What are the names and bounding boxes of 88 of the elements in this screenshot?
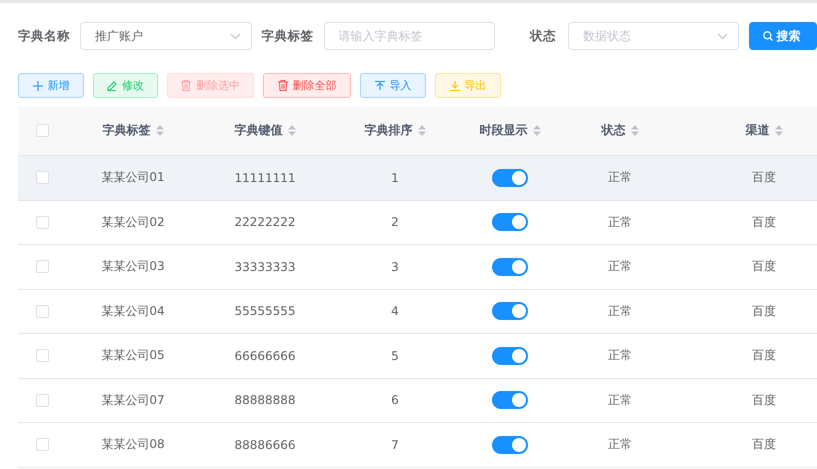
column-header: 渠道: [746, 122, 770, 139]
table-cell: 66666666: [234, 348, 296, 363]
table-cell: 3: [391, 260, 399, 274]
sort-icon[interactable]: [156, 125, 164, 136]
trash-icon: [278, 80, 288, 91]
table-cell: 某某公司05: [101, 347, 165, 364]
table-cell: 5: [391, 348, 399, 363]
delete-selected-button[interactable]: 删除选中: [167, 73, 254, 98]
table-cell: 88886666: [234, 438, 296, 452]
table-cell: 7: [391, 438, 399, 452]
table-cell: 6: [391, 393, 399, 408]
sort-icon[interactable]: [418, 125, 426, 136]
checkbox[interactable]: [36, 304, 48, 318]
toggle-switch[interactable]: [492, 168, 528, 187]
checkbox[interactable]: [36, 349, 48, 362]
column-header: 字典键值: [234, 122, 282, 139]
table-cell: 11111111: [234, 170, 296, 185]
select-field[interactable]: 数据状态: [568, 22, 739, 50]
search-icon: [762, 31, 773, 41]
filter-label: 字典标签: [262, 28, 314, 44]
table-cell: 正常: [608, 392, 632, 409]
column-header: 字典标签: [102, 122, 150, 139]
table-cell: 2: [391, 215, 399, 230]
table-cell: 正常: [608, 258, 632, 276]
table-cell: 某某公司08: [101, 436, 165, 454]
select-field[interactable]: 推广账户: [80, 22, 252, 50]
table-cell: 某某公司02: [101, 214, 165, 231]
table-cell: 22222222: [234, 215, 296, 230]
table-cell: 正常: [608, 347, 632, 364]
add-button[interactable]: 新增: [18, 73, 84, 98]
table-cell: 4: [391, 304, 399, 318]
filter-label: 状态: [530, 28, 556, 44]
import-button[interactable]: 导入: [360, 73, 426, 98]
table-cell: 百度: [752, 392, 776, 409]
edit-button[interactable]: 修改: [93, 73, 158, 98]
table-cell: 百度: [752, 169, 776, 186]
chevron-down-icon: [230, 32, 241, 40]
table-cell: 正常: [608, 214, 632, 231]
table-row[interactable]: 某某公司07 88888888 6 正常 百度: [18, 378, 817, 423]
checkbox[interactable]: [36, 394, 48, 407]
trash-icon: [181, 80, 191, 91]
table-cell: 1: [391, 170, 399, 185]
checkbox[interactable]: [36, 260, 48, 274]
table-cell: 某某公司07: [101, 392, 165, 409]
delete-all-button[interactable]: 删除全部: [263, 73, 351, 98]
sort-icon[interactable]: [532, 125, 540, 136]
table-cell: 百度: [752, 436, 776, 454]
toggle-switch[interactable]: [492, 391, 528, 410]
toggle-switch[interactable]: [492, 436, 528, 454]
input-field[interactable]: 请输入字典标签: [324, 22, 496, 50]
toggle-switch[interactable]: [492, 346, 528, 365]
checkbox[interactable]: [36, 171, 48, 184]
checkbox[interactable]: [36, 438, 48, 452]
toggle-switch[interactable]: [492, 302, 528, 320]
export-button[interactable]: 导出: [435, 73, 501, 98]
sort-icon[interactable]: [630, 125, 638, 136]
table-cell: 百度: [752, 258, 776, 276]
toggle-switch[interactable]: [492, 258, 528, 276]
table-cell: 百度: [752, 347, 776, 364]
column-header: 时段显示: [480, 122, 528, 139]
search-button[interactable]: 搜索: [748, 22, 817, 50]
pencil-icon: [107, 80, 117, 90]
download-icon: [450, 80, 460, 90]
table-row[interactable]: 某某公司04 55555555 4 正常 百度: [18, 290, 817, 334]
table-cell: 某某公司01: [101, 169, 165, 186]
toggle-switch[interactable]: [492, 213, 528, 232]
table-cell: 正常: [608, 169, 632, 186]
upload-icon: [374, 80, 384, 90]
checkbox[interactable]: [36, 124, 48, 137]
table-cell: 55555555: [234, 304, 296, 318]
table-cell: 百度: [752, 302, 776, 320]
sort-icon[interactable]: [288, 125, 296, 136]
filter-label: 字典名称: [18, 28, 70, 44]
table-cell: 某某公司03: [101, 258, 165, 276]
chevron-down-icon: [716, 32, 728, 40]
table-cell: 百度: [752, 214, 776, 231]
table-cell: 某某公司04: [101, 302, 165, 320]
column-header: 状态: [602, 122, 626, 139]
table-cell: 正常: [608, 436, 632, 454]
sort-icon[interactable]: [774, 125, 782, 136]
column-header: 字典排序: [364, 122, 412, 139]
checkbox[interactable]: [36, 216, 48, 229]
plus-icon: [32, 80, 42, 90]
table-row[interactable]: 某某公司01 11111111 1 正常 百度: [18, 156, 817, 200]
table-cell: 正常: [608, 302, 632, 320]
table-row[interactable]: 某某公司02 22222222 2 正常 百度: [18, 200, 817, 245]
table-cell: 33333333: [234, 260, 296, 274]
table-cell: 88888888: [234, 393, 296, 408]
